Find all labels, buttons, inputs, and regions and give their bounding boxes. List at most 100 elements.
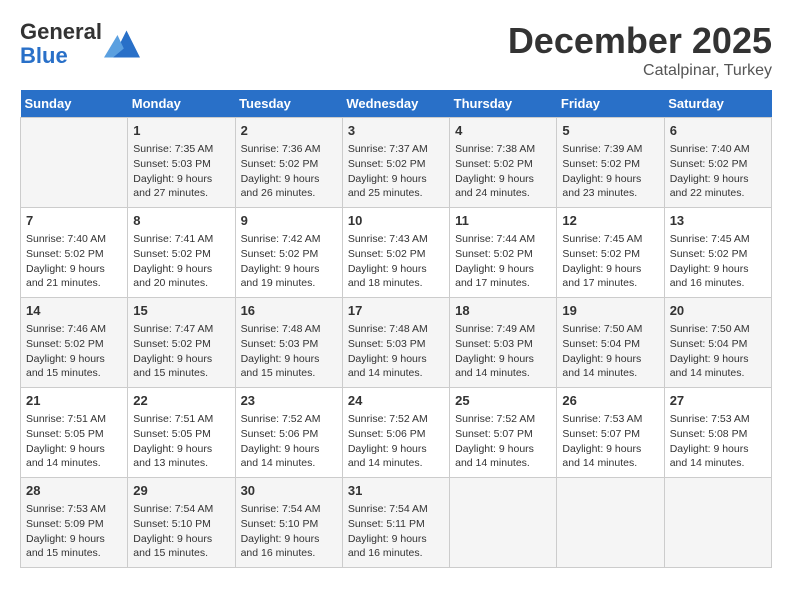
calendar-cell: 21 Sunrise: 7:51 AM Sunset: 5:05 PM Dayli…	[21, 388, 128, 478]
day-info: Sunrise: 7:53 AM Sunset: 5:09 PM Dayligh…	[26, 502, 122, 561]
weekday-header-row: SundayMondayTuesdayWednesdayThursdayFrid…	[21, 90, 772, 118]
calendar-cell: 20 Sunrise: 7:50 AM Sunset: 5:04 PM Dayli…	[664, 298, 771, 388]
calendar-cell: 12 Sunrise: 7:45 AM Sunset: 5:02 PM Dayli…	[557, 208, 664, 298]
day-number: 20	[670, 302, 766, 320]
day-info: Sunrise: 7:54 AM Sunset: 5:10 PM Dayligh…	[133, 502, 229, 561]
day-number: 24	[348, 392, 444, 410]
day-number: 11	[455, 212, 551, 230]
page-header: General Blue December 2025 Catalpinar, T…	[20, 20, 772, 80]
logo-general-text: General	[20, 20, 102, 44]
day-info: Sunrise: 7:51 AM Sunset: 5:05 PM Dayligh…	[26, 412, 122, 471]
location: Catalpinar, Turkey	[508, 62, 772, 80]
day-info: Sunrise: 7:45 AM Sunset: 5:02 PM Dayligh…	[562, 232, 658, 291]
weekday-header-saturday: Saturday	[664, 90, 771, 118]
day-number: 1	[133, 122, 229, 140]
calendar-week-row: 1Sunrise: 7:35 AM Sunset: 5:03 PM Daylig…	[21, 118, 772, 208]
calendar-week-row: 21 Sunrise: 7:51 AM Sunset: 5:05 PM Dayli…	[21, 388, 772, 478]
day-number: 25	[455, 392, 551, 410]
calendar-cell: 30 Sunrise: 7:54 AM Sunset: 5:10 PM Dayli…	[235, 478, 342, 568]
calendar-cell	[450, 478, 557, 568]
day-info: Sunrise: 7:52 AM Sunset: 5:06 PM Dayligh…	[241, 412, 337, 471]
day-number: 14	[26, 302, 122, 320]
day-info: Sunrise: 7:53 AM Sunset: 5:07 PM Dayligh…	[562, 412, 658, 471]
calendar-week-row: 7Sunrise: 7:40 AM Sunset: 5:02 PM Daylig…	[21, 208, 772, 298]
calendar-cell: 13 Sunrise: 7:45 AM Sunset: 5:02 PM Dayli…	[664, 208, 771, 298]
calendar-cell	[21, 118, 128, 208]
day-info: Sunrise: 7:43 AM Sunset: 5:02 PM Dayligh…	[348, 232, 444, 291]
calendar-cell: 26 Sunrise: 7:53 AM Sunset: 5:07 PM Dayli…	[557, 388, 664, 478]
weekday-header-wednesday: Wednesday	[342, 90, 449, 118]
calendar-cell: 9 Sunrise: 7:42 AM Sunset: 5:02 PM Daylig…	[235, 208, 342, 298]
calendar-cell: 22 Sunrise: 7:51 AM Sunset: 5:05 PM Dayli…	[128, 388, 235, 478]
day-info: Sunrise: 7:54 AM Sunset: 5:10 PM Dayligh…	[241, 502, 337, 561]
day-number: 28	[26, 482, 122, 500]
day-number: 17	[348, 302, 444, 320]
calendar-cell: 16 Sunrise: 7:48 AM Sunset: 5:03 PM Dayli…	[235, 298, 342, 388]
calendar-cell: 3 Sunrise: 7:37 AM Sunset: 5:02 PM Daylig…	[342, 118, 449, 208]
day-number: 9	[241, 212, 337, 230]
calendar-cell: 25 Sunrise: 7:52 AM Sunset: 5:07 PM Dayli…	[450, 388, 557, 478]
day-number: 3	[348, 122, 444, 140]
calendar-cell	[664, 478, 771, 568]
calendar-week-row: 28 Sunrise: 7:53 AM Sunset: 5:09 PM Dayli…	[21, 478, 772, 568]
day-number: 6	[670, 122, 766, 140]
day-info: Sunrise: 7:50 AM Sunset: 5:04 PM Dayligh…	[562, 322, 658, 381]
calendar-week-row: 14Sunrise: 7:46 AM Sunset: 5:02 PM Dayli…	[21, 298, 772, 388]
weekday-header-sunday: Sunday	[21, 90, 128, 118]
day-number: 8	[133, 212, 229, 230]
day-info: Sunrise: 7:40 AM Sunset: 5:02 PM Dayligh…	[670, 142, 766, 201]
day-info: Sunrise: 7:53 AM Sunset: 5:08 PM Dayligh…	[670, 412, 766, 471]
day-number: 4	[455, 122, 551, 140]
day-number: 16	[241, 302, 337, 320]
calendar-table: SundayMondayTuesdayWednesdayThursdayFrid…	[20, 90, 772, 568]
weekday-header-monday: Monday	[128, 90, 235, 118]
day-number: 12	[562, 212, 658, 230]
day-number: 5	[562, 122, 658, 140]
calendar-cell: 8Sunrise: 7:41 AM Sunset: 5:02 PM Daylig…	[128, 208, 235, 298]
day-number: 15	[133, 302, 229, 320]
weekday-header-friday: Friday	[557, 90, 664, 118]
calendar-cell: 18 Sunrise: 7:49 AM Sunset: 5:03 PM Dayli…	[450, 298, 557, 388]
calendar-cell: 10 Sunrise: 7:43 AM Sunset: 5:02 PM Dayli…	[342, 208, 449, 298]
day-info: Sunrise: 7:38 AM Sunset: 5:02 PM Dayligh…	[455, 142, 551, 201]
day-info: Sunrise: 7:37 AM Sunset: 5:02 PM Dayligh…	[348, 142, 444, 201]
day-info: Sunrise: 7:42 AM Sunset: 5:02 PM Dayligh…	[241, 232, 337, 291]
day-info: Sunrise: 7:52 AM Sunset: 5:07 PM Dayligh…	[455, 412, 551, 471]
day-number: 23	[241, 392, 337, 410]
day-info: Sunrise: 7:36 AM Sunset: 5:02 PM Dayligh…	[241, 142, 337, 201]
day-info: Sunrise: 7:47 AM Sunset: 5:02 PM Dayligh…	[133, 322, 229, 381]
day-number: 26	[562, 392, 658, 410]
calendar-cell: 6 Sunrise: 7:40 AM Sunset: 5:02 PM Daylig…	[664, 118, 771, 208]
day-info: Sunrise: 7:51 AM Sunset: 5:05 PM Dayligh…	[133, 412, 229, 471]
day-info: Sunrise: 7:45 AM Sunset: 5:02 PM Dayligh…	[670, 232, 766, 291]
day-number: 30	[241, 482, 337, 500]
day-info: Sunrise: 7:40 AM Sunset: 5:02 PM Dayligh…	[26, 232, 122, 291]
day-info: Sunrise: 7:52 AM Sunset: 5:06 PM Dayligh…	[348, 412, 444, 471]
calendar-cell: 28 Sunrise: 7:53 AM Sunset: 5:09 PM Dayli…	[21, 478, 128, 568]
day-number: 21	[26, 392, 122, 410]
day-info: Sunrise: 7:50 AM Sunset: 5:04 PM Dayligh…	[670, 322, 766, 381]
day-number: 22	[133, 392, 229, 410]
day-info: Sunrise: 7:49 AM Sunset: 5:03 PM Dayligh…	[455, 322, 551, 381]
calendar-cell: 11Sunrise: 7:44 AM Sunset: 5:02 PM Dayli…	[450, 208, 557, 298]
calendar-cell: 4 Sunrise: 7:38 AM Sunset: 5:02 PM Daylig…	[450, 118, 557, 208]
day-number: 10	[348, 212, 444, 230]
calendar-cell: 17Sunrise: 7:48 AM Sunset: 5:03 PM Dayli…	[342, 298, 449, 388]
title-block: December 2025 Catalpinar, Turkey	[508, 20, 772, 80]
day-number: 19	[562, 302, 658, 320]
day-number: 31	[348, 482, 444, 500]
calendar-cell: 15 Sunrise: 7:47 AM Sunset: 5:02 PM Dayli…	[128, 298, 235, 388]
calendar-cell: 19 Sunrise: 7:50 AM Sunset: 5:04 PM Dayli…	[557, 298, 664, 388]
day-number: 18	[455, 302, 551, 320]
day-info: Sunrise: 7:48 AM Sunset: 5:03 PM Dayligh…	[241, 322, 337, 381]
calendar-cell: 2Sunrise: 7:36 AM Sunset: 5:02 PM Daylig…	[235, 118, 342, 208]
calendar-cell: 23 Sunrise: 7:52 AM Sunset: 5:06 PM Dayli…	[235, 388, 342, 478]
calendar-cell: 1Sunrise: 7:35 AM Sunset: 5:03 PM Daylig…	[128, 118, 235, 208]
day-info: Sunrise: 7:39 AM Sunset: 5:02 PM Dayligh…	[562, 142, 658, 201]
logo: General Blue	[20, 20, 140, 68]
logo-blue-text: Blue	[20, 44, 102, 68]
weekday-header-thursday: Thursday	[450, 90, 557, 118]
calendar-cell: 14Sunrise: 7:46 AM Sunset: 5:02 PM Dayli…	[21, 298, 128, 388]
day-number: 13	[670, 212, 766, 230]
day-number: 29	[133, 482, 229, 500]
